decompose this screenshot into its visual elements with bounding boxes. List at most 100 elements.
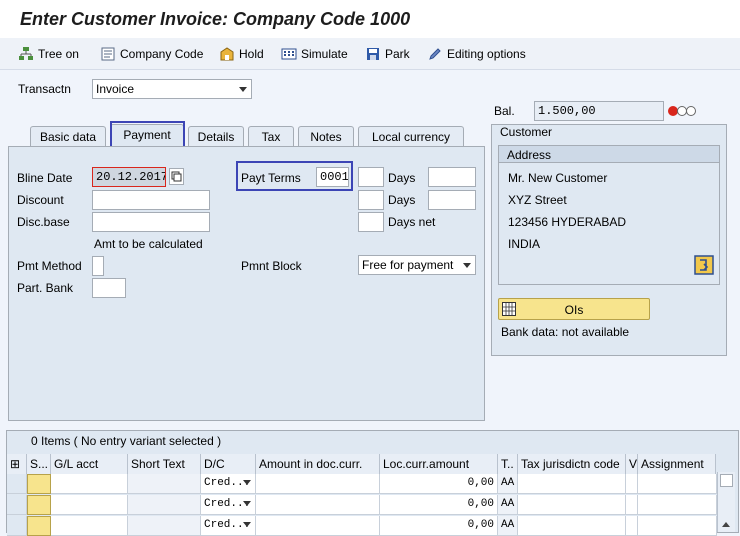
amount-doc-cell[interactable] [256,495,380,515]
balance-label: Bal. [494,104,515,118]
assignment-cell[interactable] [638,474,717,494]
days-label-1: Days [388,171,416,185]
dc-select[interactable]: Cred... [201,474,256,494]
calendar-picker-icon[interactable] [169,168,184,185]
company-code-button[interactable]: Company Code [100,44,203,64]
bank-data-note: Bank data: not available [501,325,630,339]
grid-scrollbar[interactable] [717,472,735,532]
disc-base-field[interactable] [92,212,210,232]
row-selector[interactable] [7,516,27,536]
pmt-method-label: Pmt Method [17,259,82,273]
customer-title: Customer [500,125,553,139]
tab-tax[interactable]: Tax [248,126,294,146]
pmt-method-field[interactable] [92,256,104,276]
transaction-label: Transactn [18,82,71,96]
discount-field[interactable] [92,190,210,210]
transaction-select[interactable]: Invoice [92,79,252,99]
park-icon [367,48,379,60]
column-header-v[interactable]: V [626,454,638,474]
days-label-2: Days [388,193,416,207]
hold-button[interactable]: Hold [219,44,264,64]
balance-field: 1.500,00 [534,101,664,121]
column-header-short-text[interactable]: Short Text [128,454,201,474]
tree-on-button[interactable]: Tree on [18,44,79,64]
tax-code-cell[interactable]: AA [498,495,518,515]
address-line-4: INDIA [508,237,541,251]
tab-notes[interactable]: Notes [298,126,354,146]
park-button[interactable]: Park [365,44,410,64]
assignment-cell[interactable] [638,516,717,536]
chevron-down-icon [243,480,251,485]
ois-button[interactable]: OIs [498,298,650,320]
discount-percent-2-field[interactable] [358,190,384,210]
assignment-cell[interactable] [638,495,717,515]
column-header-gl-account[interactable]: G/L acct [51,454,128,474]
editing-options-button[interactable]: Editing options [427,44,526,64]
tab-details[interactable]: Details [188,126,244,146]
address-line-3: 123456 HYDERABAD [508,215,627,229]
payt-terms-field[interactable]: 0001 [316,167,349,187]
gl-account-cell[interactable] [51,516,128,536]
days-net-label: Days net [388,215,436,229]
chevron-down-icon [243,522,251,527]
column-header-tax-code[interactable]: T.. [498,454,518,474]
status-cell[interactable] [27,516,51,536]
column-header-amount-doc[interactable]: Amount in doc.curr. [256,454,380,474]
days-net-field[interactable] [358,212,384,232]
transaction-value: Invoice [96,82,135,96]
v-checkbox[interactable] [626,516,638,536]
column-header-assignment[interactable]: Assignment [638,454,716,474]
company-code-label: Company Code [120,47,204,61]
amount-local-cell: 0,00 [380,474,498,494]
disc-base-label: Disc.base [17,215,70,229]
pmnt-block-select[interactable]: Free for payment [358,255,476,275]
scroll-thumb[interactable] [720,474,733,487]
items-summary: 0 Items ( No entry variant selected ) [31,434,222,448]
short-text-cell [128,474,201,494]
park-label: Park [385,47,410,61]
v-checkbox[interactable] [626,474,638,494]
row-selector[interactable] [7,474,27,494]
address-title: Address [498,145,720,163]
short-text-cell [128,516,201,536]
column-header-tax-jurisdiction[interactable]: Tax jurisdictn code [518,454,626,474]
scroll-up-icon[interactable] [722,522,730,527]
amount-local-cell: 0,00 [380,516,498,536]
gl-account-cell[interactable] [51,474,128,494]
tab-local-currency[interactable]: Local currency [358,126,464,146]
tab-basic-data[interactable]: Basic data [30,126,106,146]
dc-select[interactable]: Cred... [201,516,256,536]
status-cell[interactable] [27,474,51,494]
dc-select[interactable]: Cred... [201,495,256,515]
discount-percent-1-field[interactable] [358,167,384,187]
address-line-2: XYZ Street [508,193,567,207]
hold-label: Hold [239,47,264,61]
tax-code-cell[interactable]: AA [498,516,518,536]
tax-code-cell[interactable]: AA [498,474,518,494]
bline-date-field[interactable]: 20.12.2017 [92,167,166,187]
tree-icon [19,47,33,60]
column-header-status[interactable]: S... [27,454,51,474]
address-line-1: Mr. New Customer [508,171,608,185]
amount-doc-cell[interactable] [256,516,380,536]
days-2-field[interactable] [428,190,476,210]
simulate-icon [281,48,297,60]
column-header-amount-local[interactable]: Loc.curr.amount [380,454,498,474]
amount-doc-cell[interactable] [256,474,380,494]
tax-jurisdiction-cell[interactable] [518,516,626,536]
column-header-dc[interactable]: D/C [201,454,256,474]
v-checkbox[interactable] [626,495,638,515]
grid-settings-icon[interactable]: ⊞ [7,454,27,474]
tax-jurisdiction-cell[interactable] [518,474,626,494]
chevron-down-icon [243,501,251,506]
simulate-button[interactable]: Simulate [281,44,348,64]
bline-date-label: Bline Date [17,171,73,185]
status-cell[interactable] [27,495,51,515]
part-bank-label: Part. Bank [17,281,74,295]
part-bank-field[interactable] [92,278,126,298]
gl-account-cell[interactable] [51,495,128,515]
tax-jurisdiction-cell[interactable] [518,495,626,515]
row-selector[interactable] [7,495,27,515]
edit-address-icon[interactable] [694,255,714,275]
days-1-field[interactable] [428,167,476,187]
